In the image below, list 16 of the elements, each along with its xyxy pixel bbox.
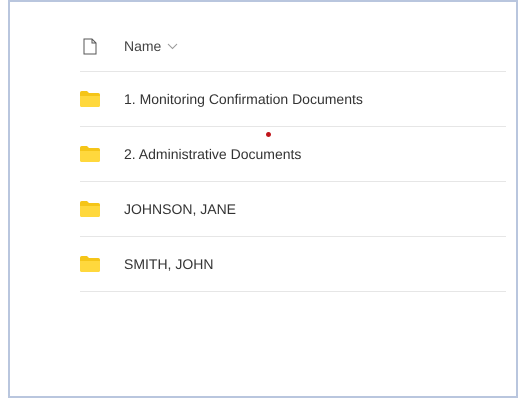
folder-icon [80,201,100,217]
chevron-down-icon [167,43,178,50]
folder-name: SMITH, JOHN [124,254,214,274]
name-column-header[interactable]: Name [124,36,178,57]
file-icon [83,38,97,55]
folder-row[interactable]: JOHNSON, JANE [80,182,506,237]
folder-icon [80,91,100,107]
folder-name: 1. Monitoring Confirmation Documents [124,90,363,109]
folder-row[interactable]: 1. Monitoring Confirmation Documents [80,72,506,127]
folder-icon [80,256,100,272]
cursor-dot-icon [266,132,271,137]
folder-name: JOHNSON, JANE [124,200,236,218]
folder-icon [80,146,100,162]
folder-name: 2. Administrative Documents [124,144,302,164]
folder-row[interactable]: SMITH, JOHN [80,237,506,292]
folder-row[interactable]: 2. Administrative Documents [80,127,506,182]
